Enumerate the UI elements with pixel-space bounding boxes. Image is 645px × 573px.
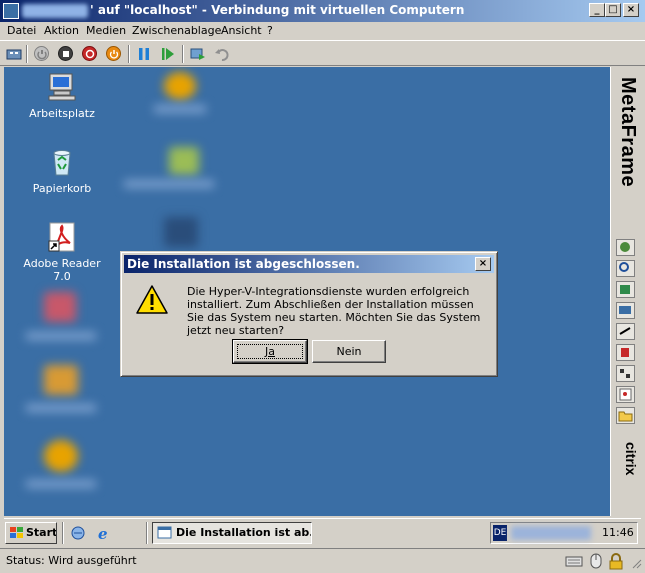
- blurred-icon: [44, 440, 78, 472]
- dialog-close-button[interactable]: ×: [475, 257, 491, 271]
- blurred-label: [26, 480, 96, 488]
- language-indicator[interactable]: DE: [493, 525, 507, 541]
- maximize-button[interactable]: □: [605, 3, 621, 17]
- stop-icon[interactable]: [57, 45, 75, 63]
- power-icon[interactable]: [105, 45, 123, 63]
- status-text: Status: Wird ausgeführt: [6, 554, 137, 567]
- taskbar-item-label: Die Installation ist ab...: [176, 526, 312, 539]
- blurred-label: [26, 404, 96, 412]
- menu-medien[interactable]: Medien: [86, 24, 126, 37]
- dialog-titlebar[interactable]: Die Installation ist abgeschlossen. ×: [124, 255, 494, 273]
- menu-aktion[interactable]: Aktion: [44, 24, 79, 37]
- blurred-label: [154, 105, 206, 113]
- desktop-icon-adobe-reader[interactable]: Adobe Reader 7.0: [22, 221, 102, 283]
- toolbar: [0, 40, 645, 66]
- dialog-title: Die Installation ist abgeschlossen.: [127, 257, 360, 271]
- menu-help[interactable]: ?: [267, 24, 273, 37]
- menu-bar: Datei Aktion Medien Zwischenablage Ansic…: [0, 22, 645, 40]
- citrix-tool-window-icon[interactable]: [616, 302, 635, 319]
- menu-ansicht[interactable]: Ansicht: [221, 24, 262, 37]
- no-button-label: Nein: [336, 345, 362, 358]
- desktop-icon-arbeitsplatz[interactable]: Arbeitsplatz: [22, 71, 102, 120]
- pause-icon[interactable]: [135, 45, 153, 63]
- dialog-message: Die Hyper-V-Integrationsdienste wurden e…: [187, 285, 481, 337]
- blurred-icon: [164, 72, 196, 100]
- revert-icon[interactable]: [213, 45, 231, 63]
- citrix-tool-settings-icon[interactable]: [616, 323, 635, 340]
- citrix-tool-image-icon[interactable]: [616, 386, 635, 403]
- citrix-tool-disconnect-icon[interactable]: [616, 344, 635, 361]
- my-computer-icon: [46, 71, 78, 103]
- internet-explorer-icon[interactable]: e: [96, 525, 112, 543]
- blurred-vm-name: [22, 4, 88, 18]
- desktop-icon-label: Adobe Reader 7.0: [23, 257, 101, 283]
- minimize-button[interactable]: _: [589, 3, 605, 17]
- start-button[interactable]: Start: [5, 522, 57, 544]
- shutdown-icon[interactable]: [81, 45, 99, 63]
- citrix-tool-folder-icon[interactable]: [616, 407, 635, 424]
- blurred-icon: [164, 217, 198, 247]
- lock-icon: [608, 552, 624, 570]
- install-complete-dialog: Die Installation ist abgeschlossen. × Di…: [120, 251, 498, 377]
- mouse-icon: [588, 552, 604, 570]
- clock[interactable]: 11:46: [602, 526, 634, 539]
- adobe-reader-icon: [46, 221, 78, 253]
- status-bar: Status: Wird ausgeführt: [0, 548, 645, 573]
- menu-datei[interactable]: Datei: [7, 24, 36, 37]
- vm-connection-icon: [3, 3, 19, 19]
- window-titlebar[interactable]: ' auf "localhost" - Verbindung mit virtu…: [0, 0, 645, 22]
- blurred-label: [124, 180, 214, 188]
- menu-zwischenablage[interactable]: Zwischenablage: [132, 24, 221, 37]
- system-tray: DE 11:46: [490, 522, 638, 544]
- blurred-icon: [44, 365, 78, 395]
- blurred-tray-icons: [511, 526, 591, 540]
- desktop-icon-papierkorb[interactable]: Papierkorb: [22, 146, 102, 195]
- citrix-tool-tree-icon[interactable]: [616, 365, 635, 382]
- no-button[interactable]: Nein: [312, 340, 386, 363]
- desktop-icon-label: Papierkorb: [32, 182, 92, 195]
- snapshot-icon[interactable]: [189, 45, 207, 63]
- resume-icon[interactable]: [159, 45, 177, 63]
- blurred-label: [26, 332, 96, 340]
- taskbar-item-dialog[interactable]: Die Installation ist ab...: [152, 522, 312, 544]
- recycle-bin-icon: [46, 146, 78, 178]
- window-app-icon: [157, 526, 172, 539]
- metaframe-brand: MetaFrame: [617, 77, 639, 188]
- resize-grip-icon[interactable]: [630, 557, 642, 569]
- ctrl-alt-del-icon[interactable]: [5, 45, 23, 63]
- close-button[interactable]: ×: [623, 3, 639, 17]
- citrix-toolbar: MetaFrame citrix: [610, 67, 641, 516]
- svg-text:e: e: [98, 525, 108, 541]
- start-icon[interactable]: [33, 45, 51, 63]
- quicklaunch-browser-icon[interactable]: [70, 525, 86, 541]
- blurred-icon: [169, 147, 199, 175]
- citrix-tool-search-icon[interactable]: [616, 260, 635, 277]
- citrix-tool-connect-icon[interactable]: [616, 239, 635, 256]
- window-title: ' auf "localhost" - Verbindung mit virtu…: [90, 3, 465, 17]
- citrix-logo: citrix: [623, 442, 639, 476]
- warning-icon: [135, 284, 169, 316]
- desktop-icon-label: Arbeitsplatz: [29, 107, 95, 120]
- blurred-icon: [44, 292, 76, 322]
- keyboard-icon: [565, 553, 583, 569]
- windows-logo-icon: [10, 527, 23, 538]
- citrix-tool-apps-icon[interactable]: [616, 281, 635, 298]
- start-label: Start: [26, 526, 57, 539]
- yes-button[interactable]: Ja: [232, 339, 308, 364]
- vm-taskbar: Start e Die Installation ist ab... DE 11…: [4, 518, 641, 546]
